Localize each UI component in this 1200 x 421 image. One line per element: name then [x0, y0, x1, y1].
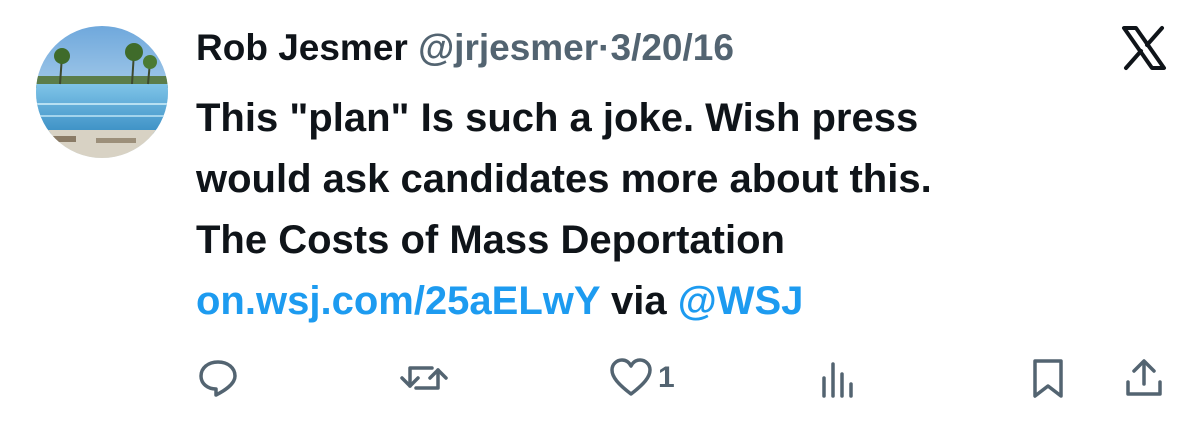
tweet-text-line: would ask candidates more about this.	[196, 157, 932, 201]
share-button[interactable]	[1122, 356, 1166, 400]
tweet-text-line: This "plan" Is such a joke. Wish press	[196, 96, 919, 140]
like-button[interactable]: 1	[608, 356, 675, 400]
retweet-button[interactable]	[398, 356, 450, 400]
retweet-icon	[400, 366, 448, 390]
tweet-text-line-links: on.wsj.com/25aELwY via @WSJ	[196, 271, 932, 332]
tweet-header: Rob Jesmer @jrjesmer·3/20/16	[196, 24, 734, 72]
action-bar: 1	[0, 350, 1200, 410]
article-link[interactable]: on.wsj.com/25aELwY	[196, 279, 600, 323]
bookmark-icon	[1033, 359, 1063, 398]
author-name[interactable]: Rob Jesmer	[196, 27, 408, 68]
x-logo-icon	[1118, 22, 1170, 74]
reply-icon	[199, 360, 237, 397]
author-handle[interactable]: @jrjesmer	[418, 27, 598, 68]
like-count: 1	[658, 361, 675, 394]
reply-button[interactable]	[196, 356, 240, 400]
views-button[interactable]	[816, 356, 860, 400]
mention-link[interactable]: @WSJ	[678, 279, 804, 323]
tweet-text: This "plan" Is such a joke. Wish press w…	[196, 88, 932, 332]
via-text: via	[610, 279, 667, 323]
separator-dot: ·	[598, 27, 611, 68]
tweet-text-line: The Costs of Mass Deportation	[196, 218, 785, 262]
share-icon	[1126, 359, 1162, 396]
bookmark-button[interactable]	[1028, 356, 1068, 400]
avatar-image	[36, 26, 168, 158]
heart-icon	[610, 358, 652, 396]
tweet-date[interactable]: 3/20/16	[611, 27, 734, 68]
views-icon	[822, 362, 853, 398]
avatar[interactable]	[36, 26, 168, 158]
